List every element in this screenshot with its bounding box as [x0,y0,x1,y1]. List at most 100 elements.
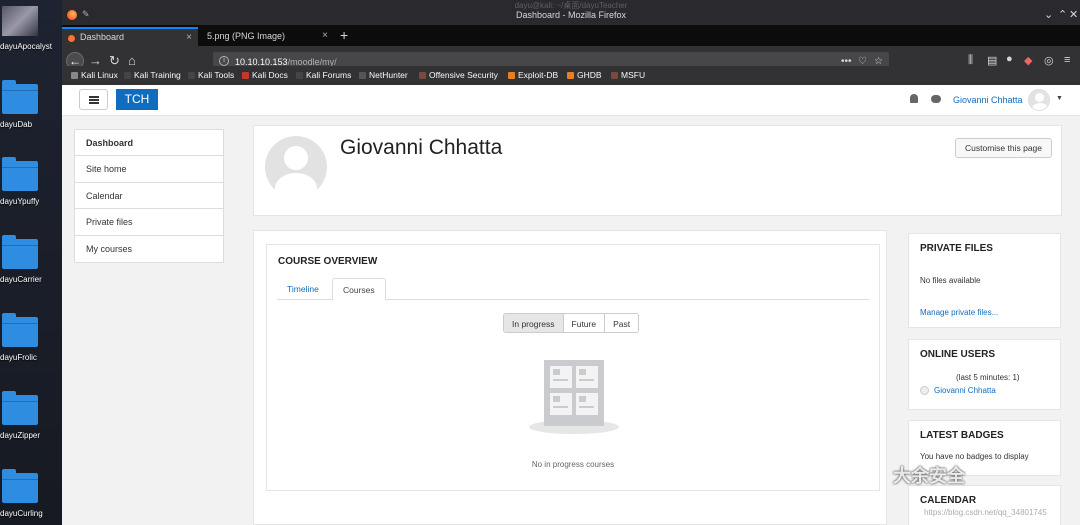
folder-icon [2,80,38,114]
customise-page-button[interactable]: Customise this page [955,138,1052,158]
docs-icon [242,72,249,79]
block-title: ONLINE USERS [920,349,996,360]
desktop-icon-label: dayuFrolic [0,353,37,362]
messages-icon[interactable] [931,95,941,103]
no-courses-illustration-icon [529,360,619,434]
tab-bar: Dashboard × 5.png (PNG Image) × + [62,25,1080,46]
nethunter-icon [359,72,366,79]
page-title: Giovanni Chhatta [340,136,503,159]
block-title: PRIVATE FILES [920,243,993,254]
notification-bell-icon[interactable] [910,94,918,103]
desktop-icon-dayucarrier[interactable]: dayuCarrier [0,235,62,284]
close-tab-icon[interactable]: × [186,32,192,43]
folder-icon [2,469,38,503]
site-info-icon[interactable]: i [219,56,229,66]
moodle-favicon-icon [68,35,75,42]
user-avatar [920,386,929,395]
site-brand[interactable]: TCH [116,89,158,110]
hamburger-menu-button[interactable] [79,89,108,110]
desktop-icon-label: dayuApocalyst [0,42,53,51]
user-avatar[interactable] [1028,89,1050,111]
nav-item-calendar[interactable]: Calendar [75,183,223,210]
browser-window: dayu@kali: ~/桌面/dayuTeacher ✎ Dashboard … [62,0,1080,525]
desktop-icon-dayuypuffy[interactable]: dayuYpuffy [0,157,62,206]
desktop-icon-label: dayuZipper [0,431,41,440]
desktop: dayuApocalyst dayuDab dayuYpuffy dayuCar… [0,0,62,525]
bookmark-kali-docs[interactable]: Kali Docs [242,70,288,80]
desktop-icon-label: dayuYpuffy [0,197,40,206]
watermark-url: https://blog.csdn.net/qq_34801745 [924,508,1047,517]
desktop-icon-label: dayuCurling [0,509,43,518]
no-badges-text: You have no badges to display [920,452,1029,461]
course-overview-block: COURSE OVERVIEW Timeline Courses In prog… [253,230,887,525]
bookmark-kali-linux[interactable]: Kali Linux [71,70,118,80]
bookmark-label: Kali Tools [198,70,235,80]
chevron-down-icon[interactable]: ▼ [1056,95,1063,102]
nav-item-dashboard[interactable]: Dashboard [75,130,223,157]
desktop-icon-dayufrolic[interactable]: dayuFrolic [0,313,62,362]
bookmark-label: NetHunter [369,70,408,80]
bookmark-kali-training[interactable]: Kali Training [124,70,181,80]
bookmark-label: GHDB [577,70,602,80]
manage-private-files-link[interactable]: Manage private files... [920,308,998,317]
user-menu-name[interactable]: Giovanni Chhatta [953,95,1023,105]
tab-dashboard[interactable]: Dashboard × [62,27,198,46]
title-bar: dayu@kali: ~/桌面/dayuTeacher ✎ Dashboard … [62,0,1080,25]
desktop-icon-label: dayuCarrier [0,275,42,284]
profile-header-card: Giovanni Chhatta Customise this page [253,125,1062,216]
moodle-page: TCH Giovanni Chhatta ▼ Dashboard Site ho… [62,85,1080,525]
maximize-button[interactable]: ⌃ [1058,8,1067,21]
filter-future-button[interactable]: Future [563,314,606,332]
menu-icon[interactable]: ≡ [1064,54,1070,66]
kali-icon [71,72,78,79]
desktop-icon-dayuapocalyst[interactable]: dayuApocalyst [0,6,62,51]
empty-courses-message: No in progress courses [531,460,615,469]
bookmark-kali-tools[interactable]: Kali Tools [188,70,234,80]
online-user-link[interactable]: Giovanni Chhatta [934,386,996,395]
bookmark-label: Kali Docs [252,70,288,80]
online-period-text: (last 5 minutes: 1) [956,373,1020,382]
minimize-button[interactable]: ⌄ [1044,8,1053,21]
kali-icon [296,72,303,79]
folder-icon [2,313,38,347]
desktop-icon-dayuzipper[interactable]: dayuZipper [0,391,62,440]
block-title: COURSE OVERVIEW [278,256,378,267]
tab-timeline[interactable]: Timeline [277,278,329,300]
desktop-icon-dayudab[interactable]: dayuDab [0,80,62,129]
desktop-icon-dayucurling[interactable]: dayuCurling [0,469,62,518]
tab-courses[interactable]: Courses [332,278,386,301]
ghdb-icon [567,72,574,79]
close-window-button[interactable]: ✕ [1069,8,1078,21]
filter-past-button[interactable]: Past [605,314,639,332]
tab-label: Dashboard [80,32,125,42]
course-overview-panel: COURSE OVERVIEW Timeline Courses In prog… [266,244,880,491]
online-users-block: ONLINE USERS (last 5 minutes: 1) Giovann… [908,339,1061,410]
desktop-icon-label: dayuDab [0,120,33,129]
account-icon[interactable]: ● [1006,53,1013,65]
new-tab-button[interactable]: + [340,27,348,43]
bookmarks-toolbar: Kali Linux Kali Training Kali Tools Kali… [62,66,1080,85]
bookmark-label: Offensive Security [429,70,498,80]
filter-in-progress-button[interactable]: In progress [504,314,564,332]
bookmark-label: Exploit-DB [518,70,559,80]
bookmark-kali-forums[interactable]: Kali Forums [296,70,351,80]
close-tab-icon[interactable]: × [322,30,328,41]
kali-icon [188,72,195,79]
block-title: LATEST BADGES [920,430,1004,441]
folder-icon [2,235,38,269]
bookmark-exploit-db[interactable]: Exploit-DB [508,70,558,80]
bookmark-label: Kali Linux [81,70,118,80]
bookmark-offensive-security[interactable]: Offensive Security [419,70,498,80]
folder-icon [2,157,38,191]
tab-label: 5.png (PNG Image) [207,31,286,41]
bookmark-msfu[interactable]: MSFU [611,70,645,80]
bookmark-nethunter[interactable]: NetHunter [359,70,408,80]
bookmark-label: Kali Training [134,70,181,80]
kali-icon [124,72,131,79]
nav-item-private-files[interactable]: Private files [75,209,223,236]
bookmark-ghdb[interactable]: GHDB [567,70,602,80]
window-title: Dashboard - Mozilla Firefox [515,10,627,20]
nav-item-site-home[interactable]: Site home [75,156,223,183]
tab-png-image[interactable]: 5.png (PNG Image) × [198,27,334,46]
nav-item-my-courses[interactable]: My courses [75,236,223,262]
